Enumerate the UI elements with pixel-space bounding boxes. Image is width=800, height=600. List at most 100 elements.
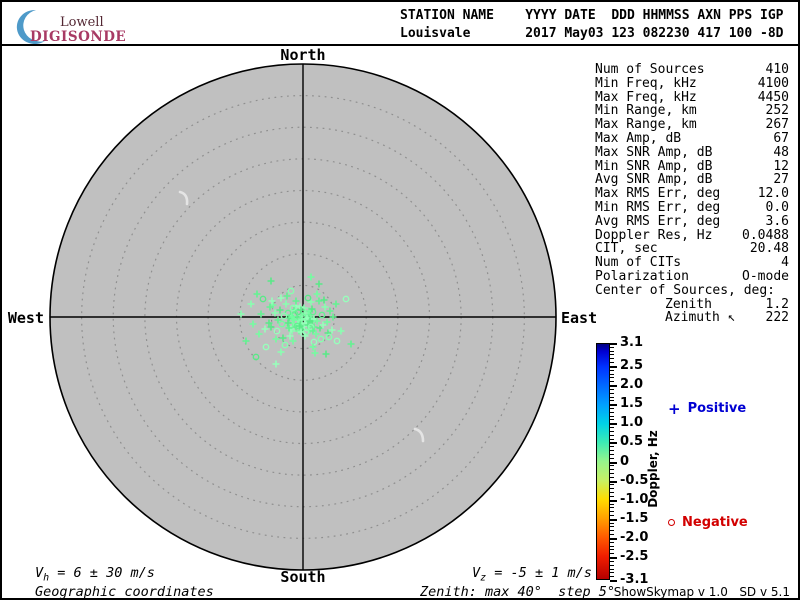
stat-value: 20.48 — [749, 241, 789, 257]
colorbar-minor-tick — [610, 495, 614, 497]
positive-symbol-icon: + — [668, 399, 681, 418]
logo-lowell-text: Lowell — [60, 15, 104, 30]
colorbar-minor-tick — [610, 534, 614, 536]
colorbar-minor-tick — [610, 381, 614, 383]
colorbar-tick-label: 2.0 — [620, 376, 644, 392]
stat-row: Min RMS Err, deg 0.0 — [595, 201, 789, 215]
colorbar-minor-tick — [610, 541, 614, 543]
stat-row: Azimuth ↖ 222 — [595, 311, 789, 325]
stat-row: Num of CITs 4 — [595, 256, 789, 270]
colorbar-minor-tick — [610, 515, 614, 517]
stat-row: Num of Sources 410 — [595, 63, 789, 77]
colorbar-minor-tick — [610, 373, 614, 375]
stat-row: Avg RMS Err, deg 3.6 — [595, 213, 789, 229]
stat-label: Max RMS Err, deg — [595, 186, 721, 202]
stat-value: 4100 — [757, 75, 789, 91]
stat-label: Avg SNR Amp, dB — [595, 172, 713, 188]
colorbar-minor-tick — [610, 396, 614, 398]
colorbar-minor-tick — [610, 453, 614, 455]
header-column-titles: STATION NAME YYYY DATE DDD HHMMSS AXN PP… — [400, 8, 784, 23]
colorbar-tick-label: -1.5 — [620, 510, 649, 526]
compass-east-label: East — [561, 309, 598, 327]
colorbar-minor-tick — [610, 392, 614, 394]
stat-value: 4450 — [757, 89, 789, 105]
stat-row: Min Freq, kHz 4100 — [595, 75, 789, 91]
stat-label: Zenith — [665, 296, 712, 312]
compass-south-label: South — [280, 568, 326, 586]
colorbar-major-tick — [610, 365, 617, 368]
stat-row: Center of Sources, deg: — [595, 283, 789, 298]
colorbar-minor-tick — [610, 346, 614, 348]
colorbar-minor-tick — [610, 476, 614, 478]
stat-row: Min Range, km 252 — [595, 104, 789, 118]
colorbar-minor-tick — [610, 549, 614, 551]
stat-value: 410 — [765, 62, 789, 77]
stat-label: Polarization — [595, 268, 689, 284]
stat-value: 252 — [765, 103, 789, 119]
stat-value: 267 — [765, 117, 789, 133]
stat-label: Min SNR Amp, dB — [595, 158, 713, 174]
colorbar-tick-label: 1.5 — [620, 395, 644, 411]
coordinate-system-note: Geographic coordinates — [35, 584, 214, 600]
colorbar-minor-tick — [610, 415, 614, 417]
colorbar-major-tick — [610, 343, 617, 345]
legend-positive-label: Positive — [687, 401, 747, 416]
stat-row: Polarization O-mode — [595, 270, 789, 284]
measurement-stats-panel: Num of Sources 410 Min Freq, kHz 4100 Max Fr… — [595, 63, 789, 325]
colorbar-minor-tick — [610, 511, 614, 513]
colorbar-minor-tick — [610, 350, 614, 352]
colorbar-major-tick — [610, 385, 617, 388]
stat-label: Max Amp, dB — [595, 130, 682, 146]
horizontal-velocity-readout: Vh = 6 ± 30 m/s — [35, 565, 155, 584]
colorbar-minor-tick — [610, 472, 614, 474]
stat-label: Max Freq, kHz — [595, 89, 697, 105]
stat-row: Min SNR Amp, dB 12 — [595, 158, 789, 174]
colorbar-major-tick — [610, 499, 617, 502]
stat-row: Avg SNR Amp, dB 27 — [595, 173, 789, 187]
colorbar-minor-tick — [610, 484, 614, 486]
stat-row: Max Amp, dB 67 — [595, 132, 789, 146]
colorbar-minor-tick — [610, 457, 614, 459]
stat-value: 12.0 — [757, 186, 789, 202]
stat-row: Zenith 1.2 — [595, 296, 789, 312]
legend-positive: + Positive — [668, 401, 746, 416]
colorbar-minor-tick — [610, 377, 614, 379]
compass-north-label: North — [280, 46, 326, 64]
colorbar-minor-tick — [610, 545, 614, 547]
colorbar-minor-tick — [610, 576, 614, 578]
colorbar-minor-tick — [610, 369, 614, 371]
stat-label: Avg RMS Err, deg — [595, 213, 721, 229]
stat-label: Max Range, km — [595, 117, 697, 133]
stat-label: Doppler Res, Hz — [595, 227, 713, 243]
negative-symbol-icon — [668, 519, 675, 526]
colorbar-tick-label: -2.0 — [620, 529, 649, 545]
stat-row: Max Range, km 267 — [595, 118, 789, 132]
stat-row: Doppler Res, Hz 0.0488 — [595, 227, 789, 243]
stat-value: O-mode — [742, 268, 789, 284]
colorbar-tick-label: -1.0 — [620, 491, 649, 507]
colorbar-minor-tick — [610, 430, 614, 432]
colorbar-minor-tick — [610, 427, 614, 429]
stat-label: Num of CITs — [595, 255, 682, 271]
colorbar-minor-tick — [610, 358, 614, 360]
colorbar-tick-label: -2.5 — [620, 548, 649, 564]
header-values: Louisvale 2017 May03 123 082230 417 100 … — [400, 26, 784, 41]
colorbar-minor-tick — [610, 388, 614, 390]
colorbar-tick-label: 0 — [620, 453, 630, 469]
header-divider — [2, 44, 798, 46]
colorbar-major-tick — [610, 423, 617, 426]
stat-value: 48 — [773, 144, 789, 160]
vertical-velocity-readout: Vz = -5 ± 1 m/s — [472, 565, 592, 584]
stat-row: CIT, sec 20.48 — [595, 242, 789, 256]
stat-label: Min Range, km — [595, 103, 697, 119]
colorbar-major-tick — [610, 442, 617, 445]
stat-value: 67 — [773, 130, 789, 146]
logo-digisonde-text: DIGISONDE — [30, 29, 127, 45]
colorbar-tick-label: 3.1 — [620, 334, 644, 350]
stat-value: 0.0 — [765, 199, 789, 215]
stat-label: Min Freq, kHz — [595, 75, 697, 91]
colorbar-minor-tick — [610, 419, 614, 421]
stat-row: Max Freq, kHz 4450 — [595, 89, 789, 105]
stat-value: 12 — [773, 158, 789, 174]
colorbar-ticks: 3.1 2.5 2.0 1.5 1.0 0.5 0 -0.5 -1.0 -1.5 -2.0 -2.5-… — [610, 335, 670, 587]
